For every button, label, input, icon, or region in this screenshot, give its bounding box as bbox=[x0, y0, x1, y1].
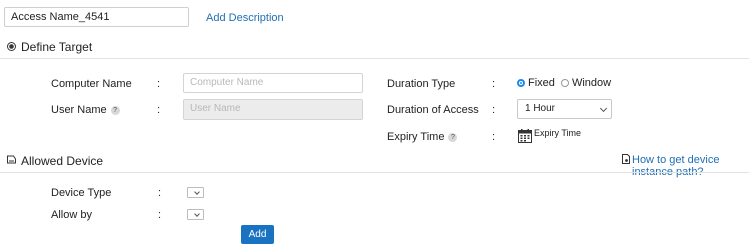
chevron-down-icon bbox=[599, 104, 608, 113]
define-target-title: Define Target bbox=[21, 40, 93, 54]
calendar-icon[interactable] bbox=[518, 129, 532, 143]
device-instance-help-link[interactable]: How to get device instance path? bbox=[632, 154, 756, 178]
colon: : bbox=[158, 209, 162, 221]
user-name-label: User Name? bbox=[51, 104, 120, 116]
computer-name-label: Computer Name bbox=[51, 78, 132, 90]
device-type-label: Device Type bbox=[51, 187, 112, 199]
colon: : bbox=[158, 187, 162, 199]
chevron-down-icon bbox=[194, 189, 200, 195]
chevron-down-icon bbox=[194, 211, 200, 217]
add-description-link[interactable]: Add Description bbox=[206, 12, 284, 24]
user-name-label-text: User Name bbox=[51, 104, 107, 116]
expiry-time-label: Expiry Time? bbox=[387, 131, 458, 143]
colon: : bbox=[492, 104, 496, 116]
access-name-input[interactable]: Access Name_4541 bbox=[4, 7, 189, 27]
target-radio-icon bbox=[7, 42, 16, 51]
computer-name-input[interactable]: Computer Name bbox=[183, 73, 363, 93]
duration-value: 1 Hour bbox=[525, 103, 556, 114]
duration-type-label: Duration Type bbox=[387, 78, 456, 90]
help-icon[interactable]: ? bbox=[448, 132, 458, 142]
section-divider bbox=[0, 172, 749, 173]
allowed-device-title: Allowed Device bbox=[21, 154, 104, 168]
fixed-option[interactable]: Fixed bbox=[517, 77, 555, 89]
colon: : bbox=[492, 78, 496, 90]
duration-type-radio-group: Fixed Window bbox=[517, 77, 611, 89]
duration-of-access-label: Duration of Access bbox=[387, 104, 479, 116]
window-label: Window bbox=[571, 77, 612, 89]
duration-of-access-select[interactable]: 1 Hour bbox=[517, 99, 612, 119]
device-type-select[interactable] bbox=[187, 187, 204, 198]
help-icon[interactable]: ? bbox=[110, 105, 120, 115]
colon: : bbox=[157, 78, 161, 90]
document-help-icon bbox=[622, 154, 630, 164]
user-name-input: User Name bbox=[183, 99, 363, 120]
window-radio[interactable] bbox=[560, 79, 569, 88]
expiry-time-value[interactable]: Expiry Time bbox=[534, 128, 581, 138]
colon: : bbox=[157, 104, 161, 116]
fixed-label: Fixed bbox=[528, 77, 555, 89]
fixed-radio[interactable] bbox=[517, 79, 525, 88]
section-divider bbox=[0, 58, 749, 59]
allow-by-select[interactable] bbox=[187, 209, 204, 220]
allow-by-label: Allow by bbox=[51, 209, 92, 221]
colon: : bbox=[492, 131, 496, 143]
window-option[interactable]: Window bbox=[560, 77, 612, 89]
add-button[interactable]: Add bbox=[241, 225, 274, 244]
expiry-time-label-text: Expiry Time bbox=[387, 131, 445, 143]
device-icon bbox=[6, 155, 17, 164]
